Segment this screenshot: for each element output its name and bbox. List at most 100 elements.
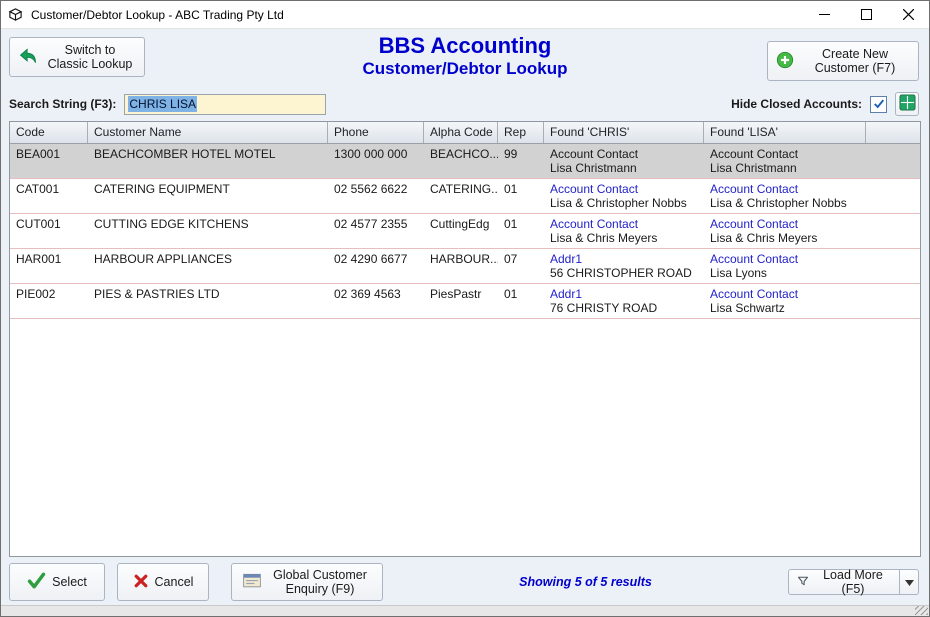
cell-rep: 01 (498, 214, 544, 248)
close-button[interactable] (887, 1, 929, 28)
create-new-customer-button[interactable]: Create New Customer (F7) (767, 41, 919, 81)
dropdown-arrow-icon (905, 575, 914, 589)
results-status: Showing 5 of 5 results (395, 575, 776, 589)
found-chris-value: Lisa Christmann (550, 161, 700, 175)
found-lisa-link[interactable]: Account Contact (710, 252, 862, 266)
cell-phone: 1300 000 000 (328, 144, 424, 178)
found-lisa-value: Lisa & Christopher Nobbs (710, 196, 862, 210)
cell-code: CUT001 (10, 214, 88, 248)
table-row[interactable]: CAT001 CATERING EQUIPMENT 02 5562 6622 C… (10, 179, 920, 214)
col-rep[interactable]: Rep (498, 122, 544, 143)
cell-phone: 02 369 4563 (328, 284, 424, 318)
found-lisa-link[interactable]: Account Contact (710, 147, 862, 161)
cell-alpha-code: HARBOUR... (424, 249, 498, 283)
minimize-button[interactable] (803, 1, 845, 28)
found-lisa-value: Lisa & Chris Meyers (710, 231, 862, 245)
found-chris-value: 56 CHRISTOPHER ROAD (550, 266, 700, 280)
found-lisa-link[interactable]: Account Contact (710, 182, 862, 196)
cell-rep: 07 (498, 249, 544, 283)
col-customer-name[interactable]: Customer Name (88, 122, 328, 143)
cancel-button[interactable]: Cancel (117, 563, 209, 601)
cell-rep: 01 (498, 284, 544, 318)
found-chris-link[interactable]: Addr1 (550, 252, 700, 266)
plus-circle-icon (776, 51, 794, 72)
cell-filler (866, 284, 920, 318)
cancel-label: Cancel (155, 575, 194, 589)
cell-rep: 99 (498, 144, 544, 178)
found-chris-value: 76 CHRISTY ROAD (550, 301, 700, 315)
search-input-value: CHRIS LISA (128, 96, 197, 112)
cell-found-chris: Addr1 76 CHRISTY ROAD (544, 284, 704, 318)
table-row[interactable]: CUT001 CUTTING EDGE KITCHENS 02 4577 235… (10, 214, 920, 249)
cell-alpha-code: BEACHCO... (424, 144, 498, 178)
col-code[interactable]: Code (10, 122, 88, 143)
title-bar: Customer/Debtor Lookup - ABC Trading Pty… (1, 1, 929, 29)
cell-customer-name: BEACHCOMBER HOTEL MOTEL (88, 144, 328, 178)
found-lisa-value: Lisa Christmann (710, 161, 862, 175)
maximize-button[interactable] (845, 1, 887, 28)
cell-filler (866, 179, 920, 213)
found-lisa-link[interactable]: Account Contact (710, 287, 862, 301)
col-found-chris[interactable]: Found 'CHRIS' (544, 122, 704, 143)
resize-grip[interactable] (915, 606, 928, 615)
red-cross-icon (133, 573, 149, 592)
table-row[interactable]: BEA001 BEACHCOMBER HOTEL MOTEL 1300 000 … (10, 144, 920, 179)
excel-icon (899, 94, 916, 114)
cell-found-lisa: Account Contact Lisa Schwartz (704, 284, 866, 318)
app-window: { "window": { "title": "Customer/Debtor … (0, 0, 930, 617)
load-more-button[interactable]: Load More (F5) (788, 569, 900, 595)
cell-alpha-code: CuttingEdg (424, 214, 498, 248)
cell-found-lisa: Account Contact Lisa Christmann (704, 144, 866, 178)
col-alpha-code[interactable]: Alpha Code (424, 122, 498, 143)
found-chris-link[interactable]: Account Contact (550, 217, 700, 231)
cell-code: CAT001 (10, 179, 88, 213)
cell-alpha-code: PiesPastr (424, 284, 498, 318)
found-chris-link[interactable]: Account Contact (550, 182, 700, 196)
cell-phone: 02 4577 2355 (328, 214, 424, 248)
table-row[interactable]: HAR001 HARBOUR APPLIANCES 02 4290 6677 H… (10, 249, 920, 284)
cell-found-chris: Account Contact Lisa & Christopher Nobbs (544, 179, 704, 213)
found-lisa-value: Lisa Lyons (710, 266, 862, 280)
cell-phone: 02 5562 6622 (328, 179, 424, 213)
cell-customer-name: PIES & PASTRIES LTD (88, 284, 328, 318)
table-header: Code Customer Name Phone Alpha Code Rep … (10, 122, 920, 144)
col-phone[interactable]: Phone (328, 122, 424, 143)
found-chris-link[interactable]: Account Contact (550, 147, 700, 161)
search-row: Search String (F3): CHRIS LISA Hide Clos… (1, 91, 929, 117)
cell-found-chris: Account Contact Lisa Christmann (544, 144, 704, 178)
found-lisa-value: Lisa Schwartz (710, 301, 862, 315)
global-customer-enquiry-button[interactable]: Global Customer Enquiry (F9) (231, 563, 383, 601)
cell-found-lisa: Account Contact Lisa & Christopher Nobbs (704, 179, 866, 213)
cell-customer-name: CUTTING EDGE KITCHENS (88, 214, 328, 248)
select-label: Select (52, 575, 87, 589)
cell-alpha-code: CATERING... (424, 179, 498, 213)
funnel-down-icon (797, 575, 809, 590)
col-found-lisa[interactable]: Found 'LISA' (704, 122, 866, 143)
cell-code: HAR001 (10, 249, 88, 283)
cell-customer-name: CATERING EQUIPMENT (88, 179, 328, 213)
export-excel-button[interactable] (895, 92, 919, 116)
check-icon (873, 98, 885, 110)
load-more-dropdown-button[interactable] (900, 569, 919, 595)
load-more-group: Load More (F5) (788, 569, 919, 595)
select-button[interactable]: Select (9, 563, 105, 601)
search-input[interactable]: CHRIS LISA (124, 94, 326, 115)
found-chris-link[interactable]: Addr1 (550, 287, 700, 301)
found-lisa-link[interactable]: Account Contact (710, 217, 862, 231)
hide-closed-checkbox[interactable] (870, 96, 887, 113)
cell-filler (866, 144, 920, 178)
cell-found-chris: Account Contact Lisa & Chris Meyers (544, 214, 704, 248)
footer-bar: Select Cancel Global Customer Enquiry (F… (1, 557, 929, 607)
hide-closed-accounts-label: Hide Closed Accounts: (731, 97, 862, 111)
cell-filler (866, 214, 920, 248)
cell-customer-name: HARBOUR APPLIANCES (88, 249, 328, 283)
results-table: Code Customer Name Phone Alpha Code Rep … (9, 121, 921, 557)
global-customer-enquiry-label: Global Customer Enquiry (F9) (268, 568, 372, 596)
table-row[interactable]: PIE002 PIES & PASTRIES LTD 02 369 4563 P… (10, 284, 920, 319)
cell-found-lisa: Account Contact Lisa & Chris Meyers (704, 214, 866, 248)
found-chris-value: Lisa & Christopher Nobbs (550, 196, 700, 210)
found-chris-value: Lisa & Chris Meyers (550, 231, 700, 245)
cell-found-chris: Addr1 56 CHRISTOPHER ROAD (544, 249, 704, 283)
green-check-icon (27, 572, 46, 592)
header-section: Switch to Classic Lookup BBS Accounting … (1, 29, 929, 91)
